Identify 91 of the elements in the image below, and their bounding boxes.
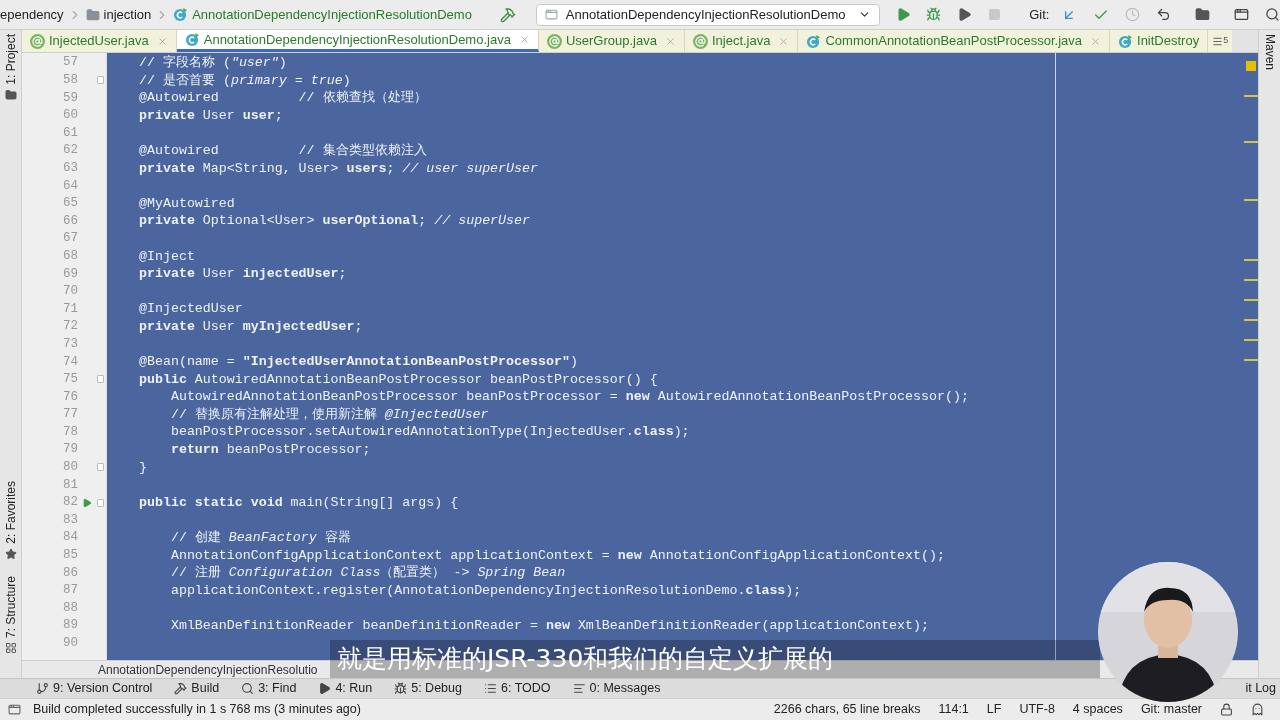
line-number: 73 [62,335,78,353]
tool-window-button[interactable]: Maven [1260,34,1279,71]
code-line: applicationContext.register(AnnotationDependencyInjectionResolutionDemo.class); [169,582,802,598]
code-line: // 创建 BeanFactory 容器 [169,530,351,546]
line-number: 81 [62,476,78,494]
line-number: 66 [62,212,78,230]
line-number: 83 [62,511,78,529]
tab-overflow-button[interactable]: 5 [1208,30,1233,52]
code-line: @Autowired // 依赖查找（处理） [139,90,427,106]
code-line: AutowiredAnnotationBeanPostProcessor beanPostProcessor = new AutowiredAnnotationBeanPostProcessor(); [169,389,969,405]
line-number: 65 [62,195,78,213]
line-number: 68 [62,247,78,265]
code-line: public AutowiredAnnotationBeanPostProcessor beanPostProcessor() { [139,371,658,387]
code-line: // 字段名称 ("user") [139,55,287,70]
tool-window-button[interactable]: 9: Version Control [36,679,153,698]
editor-tab[interactable]: InitDestroy [1110,30,1209,52]
tool-window-button[interactable]: 2: Favorites [1,481,20,560]
editor-tab[interactable]: InjectedUser.java [22,30,177,52]
line-number: 88 [62,599,78,617]
line-number: 74 [62,353,78,371]
code-line: // 替换原有注解处理，使用新注解 @InjectedUser [169,406,489,422]
line-number: 69 [62,265,78,283]
breadcrumb-item[interactable]: ependency [0,4,64,25]
line-number: 78 [62,423,78,441]
code-line: beanPostProcessor.setAutowiredAnnotationType(InjectedUser.class); [169,424,690,440]
line-number: 61 [62,124,78,142]
line-number: 70 [62,283,78,301]
tool-window-button[interactable]: 5: Debug [394,679,462,698]
tool-window-button[interactable]: 0: Messages [572,679,661,698]
code-line: XmlBeanDefinitionReader beanDefinitionReader = new XmlBeanDefinitionReader(applicationContext); [169,618,929,633]
code-line: // 是否首要 (primary = true) [139,72,351,88]
code-line: @MyAutowired [139,195,235,211]
git-label: Git: [1029,5,1050,24]
tool-window-button[interactable]: 3: Find [241,679,297,698]
line-number: 67 [62,230,78,248]
code-line: return beanPostProcessor; [169,442,371,458]
tool-window-button[interactable]: 4: Run [318,679,373,698]
line-number: 57 [62,54,78,72]
status-message: Build completed successfully in 1 s 768 ms (3 minutes ago) [33,701,361,719]
editor-tab[interactable]: CommonAnnotationBeanPostProcessor.java [798,30,1111,52]
breadcrumb-item[interactable]: AnnotationDependencyInjectionResolutionDemo [173,4,472,25]
run-configuration-dropdown[interactable]: AnnotationDependencyInjectionResolutionDemo [535,3,880,26]
code-line: } [139,459,147,475]
tool-window-button[interactable]: 6: TODO [483,679,551,698]
code-line: // 注册 Configuration Class（配置类） -> Spring Bean [169,565,566,581]
line-number: 85 [62,547,78,565]
code-line: private Map<String, User> users; // user superUser [139,160,538,176]
line-number: 75 [62,371,78,389]
code-breadcrumb[interactable]: AnnotationDependencyInjectionResolutio [98,660,318,679]
status-item[interactable]: Git: master [1140,700,1202,719]
breadcrumb-item[interactable]: injection [85,4,152,25]
line-number: 87 [62,582,78,600]
line-number: 76 [62,388,78,406]
code-line: private User user; [139,107,283,123]
tool-window-button[interactable]: 7: Structure [1,575,20,654]
tool-window-button[interactable]: Build [174,679,220,698]
line-number: 80 [62,459,78,477]
tool-window-button[interactable]: it Log [1245,679,1276,698]
line-number: 82 [62,494,78,512]
line-number: 72 [62,318,78,336]
status-item[interactable]: UTF-8 [1019,700,1055,719]
line-number: 89 [62,617,78,635]
code-line: private Optional<User> userOptional; // superUser [139,213,531,229]
status-item[interactable]: 4 spaces [1072,700,1123,719]
editor-tab[interactable]: Inject.java [684,30,799,52]
editor-tab[interactable]: UserGroup.java [538,30,685,52]
code-line: @Autowired // 集合类型依赖注入 [139,142,427,158]
code-line: AnnotationConfigApplicationContext applicationContext = new AnnotationConfigApplicationContext(); [169,547,945,563]
line-number: 62 [62,142,78,160]
line-number: 58 [62,72,78,89]
status-item[interactable]: 2266 chars, 65 line breaks [773,700,921,719]
code-line: @InjectedUser [139,301,243,317]
line-number: 64 [62,177,78,195]
code-line: @Inject [139,248,195,264]
status-item[interactable]: 114:1 [938,700,969,719]
line-number: 71 [62,300,78,318]
line-number: 59 [62,89,78,107]
code-line: @Bean(name = "InjectedUserAnnotationBeanPostProcessor") [139,354,578,370]
line-number: 63 [62,160,78,177]
line-number: 90 [62,635,78,652]
code-line: private User injectedUser; [139,266,347,282]
code-line: public static void main(String[] args) { [139,494,459,510]
status-item[interactable]: LF [986,700,1002,719]
line-number: 60 [62,107,78,125]
line-number: 79 [62,441,78,459]
line-number: 77 [62,406,78,424]
tool-window-button[interactable]: 1: Project [1,34,20,101]
line-number: 86 [62,564,78,582]
editor-tab[interactable]: AnnotationDependencyInjectionResolutionDemo.java [176,30,539,52]
code-line: private User myInjectedUser; [139,318,363,334]
line-number: 84 [62,529,78,547]
